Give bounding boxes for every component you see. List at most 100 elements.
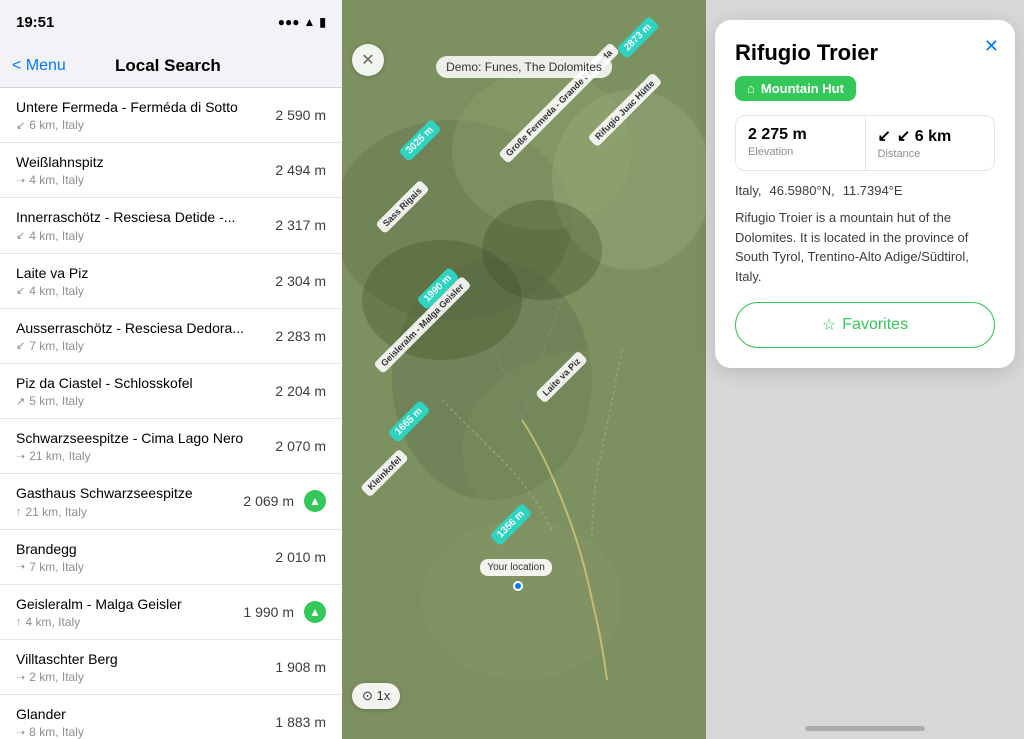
list-item-left: Weißlahnspitz ➝ 4 km, Italy	[16, 153, 104, 187]
item-name: Brandegg	[16, 540, 84, 558]
item-direction-icon: ↙	[16, 339, 25, 352]
list-item[interactable]: Brandegg ➝ 7 km, Italy 2 010 m	[0, 530, 342, 585]
signal-icon: ●●●	[278, 15, 300, 29]
map-area: ✕ Demo: Funes, The Dolomites 2873 m 3025…	[342, 0, 706, 739]
item-right: 2 317 m	[275, 217, 326, 233]
item-sub: ↑ 4 km, Italy	[16, 615, 182, 629]
list-item[interactable]: Weißlahnspitz ➝ 4 km, Italy 2 494 m	[0, 143, 342, 198]
item-right: 1 908 m	[275, 659, 326, 675]
item-right: 2 590 m	[275, 107, 326, 123]
list-item[interactable]: Untere Fermeda - Ferméda di Sotto ↙ 6 km…	[0, 88, 342, 143]
info-stats: 2 275 m Elevation ↙ ↙ 6 km Distance	[735, 115, 995, 171]
item-distance: 5 km, Italy	[29, 394, 84, 408]
item-direction-icon: ↙	[16, 229, 25, 242]
item-name: Geisleralm - Malga Geisler	[16, 595, 182, 613]
list-item[interactable]: Schwarzseespitze - Cima Lago Nero ➝ 21 k…	[0, 419, 342, 474]
item-badge-green: ▲	[304, 601, 326, 623]
list-item[interactable]: Piz da Ciastel - Schlosskofel ↗ 5 km, It…	[0, 364, 342, 419]
item-elevation: 1 883 m	[275, 714, 326, 730]
item-name: Laite va Piz	[16, 264, 88, 282]
list-item[interactable]: Ausserraschötz - Resciesa Dedora... ↙ 7 …	[0, 309, 342, 364]
favorites-button[interactable]: ☆ Favorites	[735, 302, 995, 348]
item-elevation: 2 283 m	[275, 328, 326, 344]
item-elevation: 2 317 m	[275, 217, 326, 233]
item-elevation: 2 204 m	[275, 383, 326, 399]
favorites-star-icon: ☆	[822, 315, 836, 335]
item-sub: ↙ 4 km, Italy	[16, 284, 88, 298]
item-sub: ➝ 8 km, Italy	[16, 725, 84, 739]
map-background: ✕ Demo: Funes, The Dolomites 2873 m 3025…	[342, 0, 706, 739]
list-item-left: Glander ➝ 8 km, Italy	[16, 705, 84, 739]
item-elevation: 2 069 m	[243, 493, 294, 509]
info-card-close-button[interactable]: ✕	[984, 36, 999, 57]
list-item[interactable]: Gasthaus Schwarzseespitze ↑ 21 km, Italy…	[0, 474, 342, 529]
search-list[interactable]: Untere Fermeda - Ferméda di Sotto ↙ 6 km…	[0, 88, 342, 739]
list-item[interactable]: Laite va Piz ↙ 4 km, Italy 2 304 m	[0, 254, 342, 309]
item-distance: 4 km, Italy	[29, 229, 84, 243]
elevation-label: Elevation	[748, 146, 853, 158]
list-item-left: Geisleralm - Malga Geisler ↑ 4 km, Italy	[16, 595, 182, 629]
nav-bar: < Menu Local Search	[0, 44, 342, 88]
list-item[interactable]: Villtaschter Berg ➝ 2 km, Italy 1 908 m	[0, 640, 342, 695]
status-bar: 19:51 ●●● ▲ ▮	[0, 0, 342, 44]
item-right: 2 304 m	[275, 273, 326, 289]
back-button[interactable]: < Menu	[12, 57, 66, 75]
item-name: Piz da Ciastel - Schlosskofel	[16, 374, 193, 392]
item-name: Gasthaus Schwarzseespitze	[16, 484, 193, 502]
item-sub: ➝ 4 km, Italy	[16, 173, 104, 187]
list-item-left: Innerraschötz - Resciesa Detide -... ↙ 4…	[16, 208, 235, 242]
item-elevation: 2 590 m	[275, 107, 326, 123]
item-direction-icon: ↗	[16, 395, 25, 408]
elevation-stat: 2 275 m Elevation	[736, 116, 866, 170]
item-name: Ausserraschötz - Resciesa Dedora...	[16, 319, 244, 337]
distance-label: Distance	[878, 148, 983, 160]
item-name: Schwarzseespitze - Cima Lago Nero	[16, 429, 243, 447]
item-sub: ↙ 4 km, Italy	[16, 229, 235, 243]
item-distance: 6 km, Italy	[29, 118, 84, 132]
item-sub: ↙ 6 km, Italy	[16, 118, 238, 132]
item-distance: 4 km, Italy	[26, 615, 81, 629]
badge-label: Mountain Hut	[761, 81, 844, 96]
info-card-badge: ⌂ Mountain Hut	[735, 76, 856, 101]
item-sub: ↑ 21 km, Italy	[16, 505, 193, 519]
item-sub: ↗ 5 km, Italy	[16, 394, 193, 408]
status-time: 19:51	[16, 14, 54, 31]
item-name: Innerraschötz - Resciesa Detide -...	[16, 208, 235, 226]
list-item[interactable]: Geisleralm - Malga Geisler ↑ 4 km, Italy…	[0, 585, 342, 640]
list-item-left: Brandegg ➝ 7 km, Italy	[16, 540, 84, 574]
favorites-label: Favorites	[842, 316, 908, 334]
item-name: Weißlahnspitz	[16, 153, 104, 171]
right-panel: ✕ Rifugio Troier ⌂ Mountain Hut 2 275 m …	[706, 0, 1024, 739]
item-sub: ➝ 21 km, Italy	[16, 449, 243, 463]
zoom-button[interactable]: ⊙ 1x	[352, 683, 400, 709]
item-sub: ↙ 7 km, Italy	[16, 339, 244, 353]
map-close-button[interactable]: ✕	[352, 44, 384, 76]
left-panel: 19:51 ●●● ▲ ▮ < Menu Local Search Untere…	[0, 0, 342, 739]
list-item-left: Laite va Piz ↙ 4 km, Italy	[16, 264, 88, 298]
item-badge-green: ▲	[304, 490, 326, 512]
item-direction-icon: ➝	[16, 174, 25, 187]
info-location: Italy, 46.5980°N, 11.7394°E	[735, 183, 995, 198]
item-distance: 8 km, Italy	[29, 725, 84, 739]
item-direction-icon: ➝	[16, 450, 25, 463]
close-icon: ✕	[361, 50, 374, 70]
mountain-hut-icon: ⌂	[747, 81, 755, 96]
info-card-title: Rifugio Troier	[735, 40, 995, 66]
item-right: 2 010 m	[275, 549, 326, 565]
list-item-left: Piz da Ciastel - Schlosskofel ↗ 5 km, It…	[16, 374, 193, 408]
item-right: 2 283 m	[275, 328, 326, 344]
list-item[interactable]: Glander ➝ 8 km, Italy 1 883 m	[0, 695, 342, 739]
item-distance: 4 km, Italy	[29, 284, 84, 298]
item-right: 1 990 m ▲	[243, 601, 326, 623]
item-elevation: 2 304 m	[275, 273, 326, 289]
list-item[interactable]: Innerraschötz - Resciesa Detide -... ↙ 4…	[0, 198, 342, 253]
item-distance: 21 km, Italy	[26, 505, 87, 519]
latitude: 46.5980°N,	[770, 183, 835, 198]
list-item-left: Untere Fermeda - Ferméda di Sotto ↙ 6 km…	[16, 98, 238, 132]
item-right: 2 204 m	[275, 383, 326, 399]
item-direction-icon: ➝	[16, 560, 25, 573]
item-sub: ➝ 7 km, Italy	[16, 560, 84, 574]
item-distance: 21 km, Italy	[29, 449, 90, 463]
item-distance: 2 km, Italy	[29, 670, 84, 684]
item-direction-icon: ↙	[16, 119, 25, 132]
